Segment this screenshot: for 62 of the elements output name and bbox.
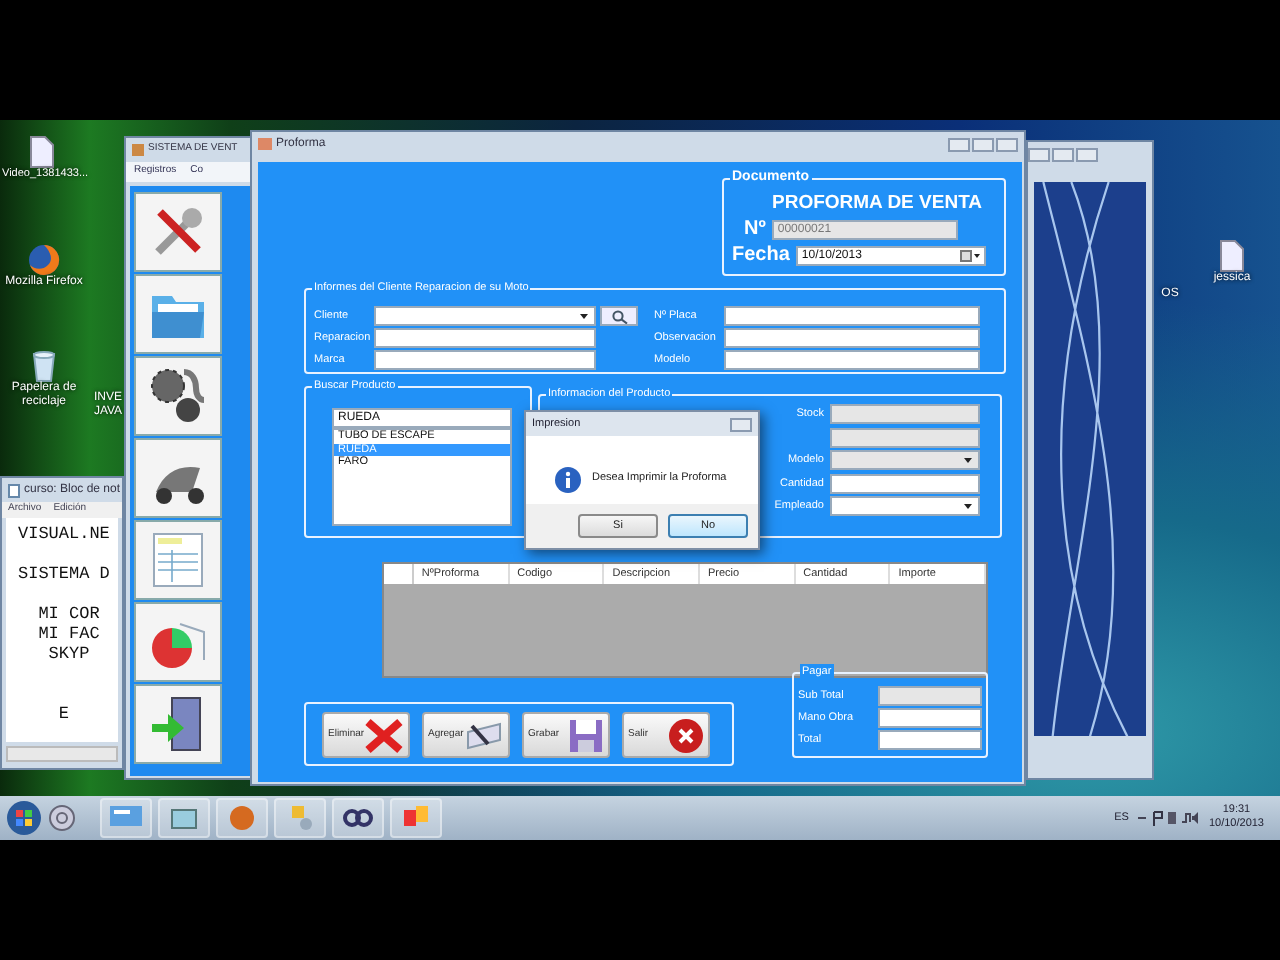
close-button[interactable]	[730, 417, 752, 431]
dropdown-arrow-icon[interactable]	[962, 454, 974, 466]
close-circle-icon	[668, 717, 704, 753]
parts-icon	[148, 366, 208, 426]
window-control[interactable]	[948, 137, 970, 151]
rings-icon	[342, 808, 374, 828]
text-line: E	[56, 704, 72, 724]
text-field[interactable]	[374, 350, 596, 370]
text-field[interactable]	[374, 328, 596, 348]
scrollbar[interactable]	[6, 746, 118, 762]
text-field[interactable]	[830, 404, 980, 424]
dropdown-arrow-icon[interactable]	[962, 500, 974, 512]
tray-icons-drawing[interactable]	[1138, 810, 1199, 826]
start-button-icon[interactable]	[6, 800, 42, 836]
file-icon[interactable]	[1220, 240, 1244, 272]
window-control[interactable]	[1076, 148, 1098, 162]
sidebar-button[interactable]	[134, 438, 222, 518]
app-icon	[258, 138, 272, 150]
text-line: VISUAL.NE	[18, 524, 112, 544]
text-field[interactable]	[878, 730, 982, 750]
invoice-icon	[148, 530, 208, 590]
text-field[interactable]	[830, 473, 980, 493]
text-line: MI COR	[36, 604, 102, 624]
search-icon	[611, 309, 627, 323]
sidebar-button[interactable]	[134, 684, 222, 764]
sidebar-button[interactable]	[134, 192, 222, 272]
text-line: MI FAC	[36, 624, 102, 644]
app-icon	[132, 144, 144, 156]
field-label: Fecha	[732, 242, 790, 270]
monitor-icon	[110, 806, 142, 830]
search-button[interactable]	[600, 306, 638, 326]
text-line: SKYP	[46, 644, 92, 664]
text-area[interactable]: VISUAL.NE SISTEMA D MI COR MI FAC SKYP E	[6, 518, 118, 742]
text-field[interactable]	[830, 427, 980, 447]
window-control[interactable]	[972, 137, 994, 151]
recycle-bin-icon[interactable]	[32, 350, 56, 382]
text-field[interactable]	[878, 686, 982, 706]
text-field[interactable]	[724, 328, 980, 348]
window-control[interactable]	[996, 137, 1018, 151]
form-heading: PROFORMA DE VENTA	[772, 190, 983, 218]
notepad-icon	[8, 483, 20, 497]
disc-icon[interactable]	[48, 804, 76, 832]
cross-icon	[364, 717, 404, 753]
globe-icon[interactable]	[28, 244, 60, 276]
text-field[interactable]	[724, 306, 980, 326]
pen-icon	[464, 719, 504, 751]
ball-icon	[228, 804, 256, 832]
window-control[interactable]	[1028, 148, 1050, 162]
window-control[interactable]	[1052, 148, 1074, 162]
text-field[interactable]	[724, 350, 980, 370]
file-icon[interactable]	[30, 136, 54, 168]
calendar-icon[interactable]	[959, 249, 980, 261]
window-icon	[170, 806, 198, 830]
taskbar-button[interactable]	[158, 798, 210, 838]
sidebar-button[interactable]	[134, 356, 222, 436]
text-field[interactable]	[878, 708, 982, 728]
dropdown-arrow-icon[interactable]	[578, 310, 590, 322]
info-icon	[554, 465, 582, 493]
field-label: Nº	[744, 216, 766, 244]
text-line: SISTEMA D	[18, 564, 112, 584]
app-icon	[402, 804, 430, 832]
taskbar-button[interactable]	[332, 798, 384, 838]
